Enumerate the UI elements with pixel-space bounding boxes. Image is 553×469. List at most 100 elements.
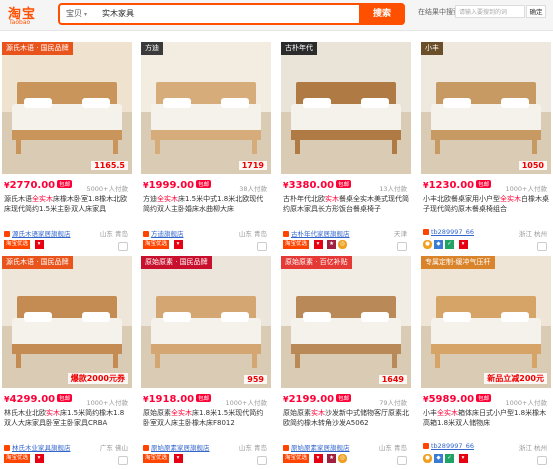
free-shipping-badge: 包邮 — [57, 394, 73, 402]
brand-ribbon: 专属定制-缓冲气压杆 — [421, 256, 495, 269]
product-image[interactable]: 小丰 1050 — [421, 42, 551, 174]
search-box: 宝贝 ▾ 实木家具 搜索 — [58, 3, 405, 25]
product-title-link[interactable]: 方迪全实木床1.5米中式1.8米北欧现代简约双人主卧婚床水曲柳大床 — [143, 195, 269, 223]
service-tags: 淘宝优选 ▾ — [4, 240, 46, 250]
tmall-icon: ▾ — [313, 454, 323, 463]
product-title-link[interactable]: 古朴年代北欧实木餐桌全实木美式现代简约原木家具长方形饭台餐桌椅子 — [283, 195, 409, 223]
search-button[interactable]: 搜索 — [359, 3, 405, 25]
paid-count: 79人付款 — [379, 399, 407, 407]
product-card[interactable]: 原始原素 · 国民品牌 959 ¥1918.00 包邮 1000+人付款 原始原素… — [141, 256, 271, 469]
shop-icon — [143, 231, 149, 237]
product-photo — [2, 42, 132, 174]
shop-link[interactable]: 原始原素家居旗舰店 — [143, 442, 210, 452]
free-shipping-badge: 包邮 — [196, 180, 212, 188]
product-image[interactable]: 原始原素 · 国民品牌 959 — [141, 256, 271, 388]
product-photo — [281, 256, 411, 388]
product-price: ¥1230.00 包邮 — [423, 180, 492, 191]
shop-icon — [423, 443, 429, 449]
shop-link[interactable]: tb289997_66 — [423, 228, 474, 236]
taobao-select-tag: 淘宝优选 — [283, 454, 310, 463]
taobao-select-tag: 淘宝优选 — [143, 240, 170, 249]
product-photo — [141, 42, 271, 174]
promo-price-label: 爆款2000元券 — [67, 373, 128, 384]
promo-price-label: 1649 — [378, 375, 407, 384]
product-photo — [2, 256, 132, 388]
ship-location: 山东 青岛 — [378, 444, 407, 452]
shop-link[interactable]: 源氏木语家居旗舰店 — [4, 228, 71, 238]
product-card[interactable]: 源氏木语 · 国民品牌 爆款2000元券 ¥4299.00 包邮 1000+人付款… — [2, 256, 132, 469]
ship-location: 广东 佛山 — [99, 444, 128, 452]
search-scope-dropdown[interactable]: 宝贝 ▾ — [66, 8, 87, 19]
wangwang-chat-icon[interactable] — [257, 242, 267, 251]
product-title-link[interactable]: 原始原素全实木床1.8米1.5米现代简约卧室双人床主卧橡木床F8012 — [143, 409, 269, 437]
product-image[interactable]: 源氏木语 · 国民品牌 爆款2000元券 — [2, 256, 132, 388]
promo-price-label: 1050 — [518, 161, 547, 170]
gold-seller-icon: ● — [423, 240, 432, 249]
promo-price-label: 959 — [244, 375, 267, 384]
brand-ribbon: 原始原素 · 百亿补贴 — [281, 256, 352, 269]
promo-price-label: 1719 — [238, 161, 267, 170]
product-card[interactable]: 原始原素 · 百亿补贴 1649 ¥2199.00 包邮 79人付款 原始原素实木… — [281, 256, 411, 469]
product-title-link[interactable]: 林氏木业北欧实木床1.5米简约橡木1.8双人大床家具卧室主卧家具CRBA — [4, 409, 130, 437]
service-tags: 淘宝优选 ▾ — [143, 240, 185, 250]
product-image[interactable]: 专属定制-缓冲气压杆 新品立减200元 — [421, 256, 551, 388]
product-price: ¥1999.00 包邮 — [143, 180, 212, 191]
chevron-down-icon: ▾ — [84, 11, 88, 18]
shop-link[interactable]: 原始原素家居旗舰店 — [283, 442, 350, 452]
product-card[interactable]: 源氏木语 · 国民品牌 1165.5 ¥2770.00 包邮 5000+人付款 源… — [2, 42, 132, 255]
product-price: ¥5989.00 包邮 — [423, 394, 492, 405]
product-photo — [421, 256, 551, 388]
shop-link[interactable]: 林氏木业家具旗舰店 — [4, 442, 71, 452]
gold-seller-icon: ● — [423, 454, 432, 463]
free-shipping-badge: 包邮 — [476, 180, 492, 188]
paid-count: 1000+人付款 — [225, 399, 268, 407]
wangwang-chat-icon[interactable] — [118, 242, 128, 251]
paid-count: 13人付款 — [379, 185, 407, 193]
taobao-logo[interactable]: 淘宝 Taobao — [8, 3, 48, 27]
free-shipping-badge: 包邮 — [57, 180, 73, 188]
tmall-icon: ▾ — [173, 454, 183, 463]
refine-confirm-button[interactable]: 确定 — [526, 5, 546, 18]
product-card[interactable]: 小丰 1050 ¥1230.00 包邮 1000+人付款 小丰北欧餐桌家用小户型全… — [421, 42, 551, 255]
shop-icon — [283, 445, 289, 451]
ship-location: 浙江 杭州 — [518, 444, 547, 452]
product-image[interactable]: 原始原素 · 百亿补贴 1649 — [281, 256, 411, 388]
shop-link[interactable]: 古朴年代家居旗舰店 — [283, 228, 350, 238]
wangwang-chat-icon[interactable] — [537, 242, 547, 251]
brand-ribbon: 源氏木语 · 国民品牌 — [2, 42, 73, 55]
shop-icon — [423, 229, 429, 235]
wangwang-chat-icon[interactable] — [397, 242, 407, 251]
product-image[interactable]: 源氏木语 · 国民品牌 1165.5 — [2, 42, 132, 174]
paid-count: 38人付款 — [239, 185, 267, 193]
product-card[interactable]: 方迪 1719 ¥1999.00 包邮 38人付款 方迪全实木床1.5米中式1.8… — [141, 42, 271, 255]
product-title-link[interactable]: 小丰北欧餐桌家用小户型全实木白橡木桌子现代简约原木餐桌椅组合 — [423, 195, 549, 223]
product-image[interactable]: 方迪 1719 — [141, 42, 271, 174]
product-photo — [141, 256, 271, 388]
product-title-link[interactable]: 原始原素实木沙发新中式储物客厅原素北欧简约橡木转角沙发A5062 — [283, 409, 409, 437]
product-title-link[interactable]: 源氏木语全实木床橡木卧室1.8橡木北欧床现代简约1.5米主卧双人床家具 — [4, 195, 130, 223]
taobao-select-tag: 淘宝优选 — [283, 240, 310, 249]
tmall-icon: ▾ — [34, 240, 44, 249]
top-bar: 淘宝 Taobao 宝贝 ▾ 实木家具 搜索 在结果中搜索 请输入要搜到的词 确定 — [0, 0, 553, 31]
taobao-select-tag: 淘宝优选 — [4, 454, 31, 463]
product-title-link[interactable]: 小丰全实木箱体床日式小户型1.8米橡木高箱1.8米双人储物床 — [423, 409, 549, 437]
service-tags: ● ◆ ✓ ▾ — [423, 240, 470, 250]
product-card[interactable]: 专属定制-缓冲气压杆 新品立减200元 ¥5989.00 包邮 1000+人付款 … — [421, 256, 551, 469]
shop-link[interactable]: 方迪旗舰店 — [143, 228, 184, 238]
product-photo — [281, 42, 411, 174]
product-card[interactable]: 古朴年代 ¥3380.00 包邮 13人付款 古朴年代北欧实木餐桌全实木美式现代简… — [281, 42, 411, 255]
service-tags: 淘宝优选 ▾ — [4, 454, 46, 464]
product-price: ¥2770.00 包邮 — [4, 180, 73, 191]
shop-link[interactable]: tb289997_66 — [423, 442, 474, 450]
tmall-icon: ▾ — [458, 240, 468, 249]
refine-search-input[interactable]: 请输入要搜到的词 — [455, 5, 525, 18]
promo-price-label: 1165.5 — [91, 161, 128, 170]
tmall-icon: ▾ — [173, 240, 183, 249]
product-image[interactable]: 古朴年代 — [281, 42, 411, 174]
service-tags: 淘宝优选 ▾ — [143, 454, 185, 464]
promo-price-label: 新品立减200元 — [484, 373, 547, 384]
brand-ribbon: 源氏木语 · 国民品牌 — [2, 256, 73, 269]
paid-count: 1000+人付款 — [86, 399, 129, 407]
product-price: ¥3380.00 包邮 — [283, 180, 352, 191]
search-input[interactable]: 实木家具 — [102, 8, 134, 19]
